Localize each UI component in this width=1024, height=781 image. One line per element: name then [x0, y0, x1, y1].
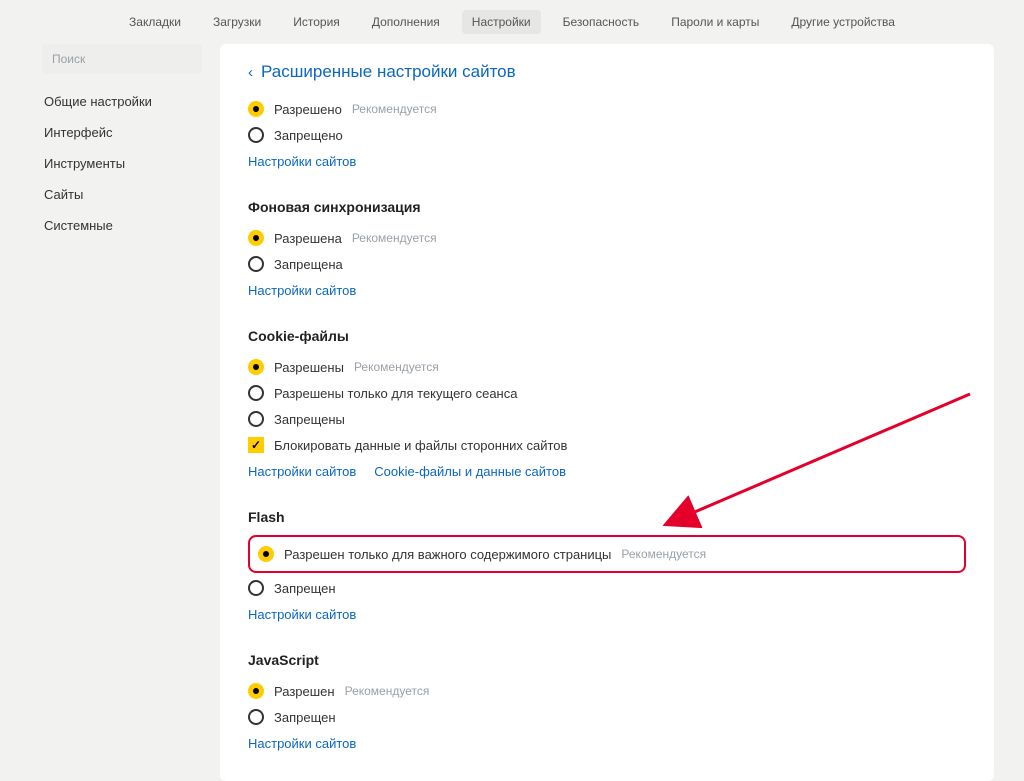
- opt-label: Разрешены: [274, 360, 344, 375]
- opt-bgsync-allow[interactable]: Разрешена Рекомендуется: [248, 225, 966, 251]
- opt-cookie-deny[interactable]: Запрещены: [248, 406, 966, 432]
- radio-icon: [248, 230, 264, 246]
- radio-icon: [248, 411, 264, 427]
- checkbox-icon: ✓: [248, 437, 264, 453]
- section-title: Cookie-файлы: [248, 328, 966, 344]
- sidebar-item-general[interactable]: Общие настройки: [42, 86, 202, 117]
- nav-passwords[interactable]: Пароли и карты: [661, 10, 769, 34]
- opt-label: Блокировать данные и файлы сторонних сай…: [274, 438, 567, 453]
- radio-icon: [258, 546, 274, 562]
- opt-label: Разрешен только для важного содержимого …: [284, 547, 611, 562]
- radio-icon: [248, 385, 264, 401]
- sidebar-item-interface[interactable]: Интерфейс: [42, 117, 202, 148]
- opt-cookie-session[interactable]: Разрешены только для текущего сеанса: [248, 380, 966, 406]
- site-settings-link[interactable]: Настройки сайтов: [248, 464, 356, 479]
- radio-icon: [248, 683, 264, 699]
- radio-icon: [248, 580, 264, 596]
- opt-first-deny[interactable]: Запрещено: [248, 122, 966, 148]
- section-bg-sync: Фоновая синхронизация Разрешена Рекоменд…: [248, 199, 966, 298]
- opt-js-allow[interactable]: Разрешен Рекомендуется: [248, 678, 966, 704]
- sidebar: Поиск Общие настройки Интерфейс Инструме…: [42, 44, 202, 781]
- recommended-tag: Рекомендуется: [621, 547, 706, 561]
- site-settings-link[interactable]: Настройки сайтов: [248, 283, 356, 298]
- radio-icon: [248, 101, 264, 117]
- nav-security[interactable]: Безопасность: [553, 10, 650, 34]
- nav-downloads[interactable]: Загрузки: [203, 10, 271, 34]
- opt-label: Разрешена: [274, 231, 342, 246]
- sidebar-item-system[interactable]: Системные: [42, 210, 202, 241]
- nav-settings[interactable]: Настройки: [462, 10, 541, 34]
- opt-cookie-block3p[interactable]: ✓ Блокировать данные и файлы сторонних с…: [248, 432, 966, 458]
- recommended-tag: Рекомендуется: [352, 102, 437, 116]
- opt-flash-deny[interactable]: Запрещен: [248, 575, 966, 601]
- main-panel: ‹ Расширенные настройки сайтов Разрешено…: [220, 44, 994, 781]
- section-title: Фоновая синхронизация: [248, 199, 966, 215]
- sidebar-item-tools[interactable]: Инструменты: [42, 148, 202, 179]
- opt-label: Разрешен: [274, 684, 335, 699]
- search-input[interactable]: Поиск: [42, 44, 202, 74]
- section-first: Разрешено Рекомендуется Запрещено Настро…: [248, 96, 966, 169]
- radio-icon: [248, 709, 264, 725]
- opt-bgsync-deny[interactable]: Запрещена: [248, 251, 966, 277]
- annotation-highlight: Разрешен только для важного содержимого …: [248, 535, 966, 573]
- sidebar-item-sites[interactable]: Сайты: [42, 179, 202, 210]
- opt-label: Запрещены: [274, 412, 345, 427]
- section-title: JavaScript: [248, 652, 966, 668]
- opt-first-allow[interactable]: Разрешено Рекомендуется: [248, 96, 966, 122]
- radio-icon: [248, 359, 264, 375]
- opt-label: Запрещена: [274, 257, 343, 272]
- page-title: Расширенные настройки сайтов: [261, 62, 516, 82]
- opt-flash-important[interactable]: Разрешен только для важного содержимого …: [258, 541, 956, 567]
- nav-history[interactable]: История: [283, 10, 350, 34]
- opt-label: Запрещен: [274, 581, 336, 596]
- cookie-data-link[interactable]: Cookie-файлы и данные сайтов: [374, 464, 566, 479]
- site-settings-link[interactable]: Настройки сайтов: [248, 607, 356, 622]
- section-flash: Flash Разрешен только для важного содерж…: [248, 509, 966, 622]
- opt-cookie-allow[interactable]: Разрешены Рекомендуется: [248, 354, 966, 380]
- recommended-tag: Рекомендуется: [345, 684, 430, 698]
- opt-js-deny[interactable]: Запрещен: [248, 704, 966, 730]
- radio-icon: [248, 256, 264, 272]
- section-javascript: JavaScript Разрешен Рекомендуется Запрещ…: [248, 652, 966, 751]
- opt-label: Запрещено: [274, 128, 343, 143]
- site-settings-link[interactable]: Настройки сайтов: [248, 154, 356, 169]
- section-cookies: Cookie-файлы Разрешены Рекомендуется Раз…: [248, 328, 966, 479]
- nav-addons[interactable]: Дополнения: [362, 10, 450, 34]
- recommended-tag: Рекомендуется: [352, 231, 437, 245]
- nav-devices[interactable]: Другие устройства: [781, 10, 905, 34]
- site-settings-link[interactable]: Настройки сайтов: [248, 736, 356, 751]
- section-title: Flash: [248, 509, 966, 525]
- nav-bookmarks[interactable]: Закладки: [119, 10, 191, 34]
- opt-label: Разрешены только для текущего сеанса: [274, 386, 517, 401]
- back-icon[interactable]: ‹: [248, 64, 253, 81]
- top-nav: Закладки Загрузки История Дополнения Нас…: [0, 0, 1024, 44]
- recommended-tag: Рекомендуется: [354, 360, 439, 374]
- radio-icon: [248, 127, 264, 143]
- opt-label: Разрешено: [274, 102, 342, 117]
- opt-label: Запрещен: [274, 710, 336, 725]
